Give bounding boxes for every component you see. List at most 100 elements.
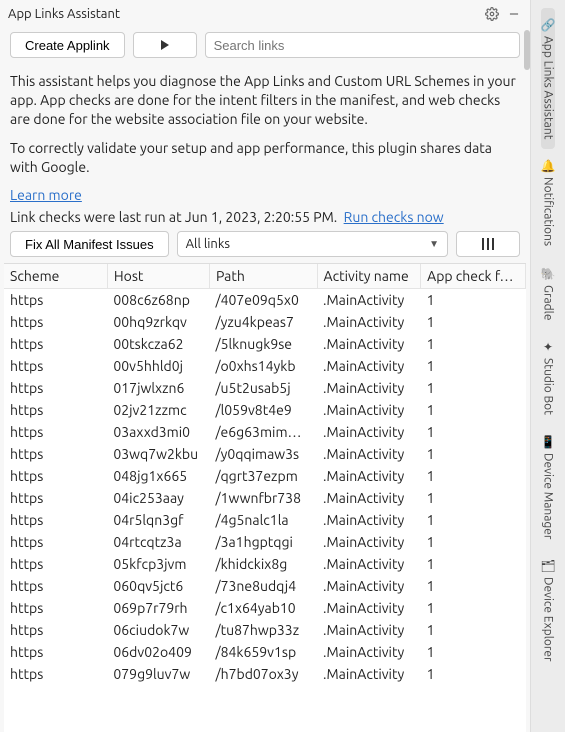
table-row[interactable]: https04r5lqn3gf/4g5nalc1la.MainActivity1 (4, 509, 526, 531)
cell-path: /84k659v1sp (209, 641, 317, 663)
rail-item-device-explorer[interactable]: 🗂Device Explorer (540, 549, 555, 672)
search-input[interactable] (205, 32, 520, 58)
cell-scheme: https (4, 487, 107, 509)
cell-activity: .MainActivity (317, 333, 421, 355)
table-row[interactable]: https00v5hhld0j/o0xhs14ykb.MainActivity1 (4, 355, 526, 377)
run-button[interactable] (133, 32, 197, 58)
cell-appcheck: 1 (421, 289, 526, 312)
rail-item-notifications[interactable]: 🔔Notifications (541, 149, 556, 256)
cell-appcheck: 1 (421, 465, 526, 487)
cell-activity: .MainActivity (317, 597, 421, 619)
columns-button[interactable] (456, 231, 520, 257)
cell-path: /tu87hwp33z (209, 619, 317, 641)
col-path[interactable]: Path (209, 264, 317, 289)
minimize-icon[interactable] (504, 4, 524, 24)
cell-appcheck: 1 (421, 377, 526, 399)
table-row[interactable]: https048jg1x665/qgrt37ezpm.MainActivity1 (4, 465, 526, 487)
cell-activity: .MainActivity (317, 421, 421, 443)
cell-path: /407e09q5x0 (209, 289, 317, 312)
cell-host: 00tskcza62 (107, 333, 209, 355)
links-table: Scheme Host Path Activity name App check… (4, 264, 526, 685)
col-host[interactable]: Host (107, 264, 209, 289)
learn-more-link[interactable]: Learn more (10, 187, 82, 203)
cell-host: 04r5lqn3gf (107, 509, 209, 531)
cell-host: 02jv21zzmc (107, 399, 209, 421)
cell-path: /h7bd07ox3y (209, 663, 317, 685)
cell-path: /qgrt37ezpm (209, 465, 317, 487)
cell-activity: .MainActivity (317, 531, 421, 553)
table-row[interactable]: https05kfcp3jvm/khidckix8g.MainActivity1 (4, 553, 526, 575)
cell-path: /e6g63mim… (209, 421, 317, 443)
table-row[interactable]: https04rtcqtz3a/3a1hgptqgi.MainActivity1 (4, 531, 526, 553)
fix-manifest-button[interactable]: Fix All Manifest Issues (10, 231, 169, 257)
table-row[interactable]: https04ic253aay/1wwnfbr738.MainActivity1 (4, 487, 526, 509)
cell-path: /u5t2usab5j (209, 377, 317, 399)
cell-scheme: https (4, 531, 107, 553)
cell-host: 017jwlxzn6 (107, 377, 209, 399)
table-row[interactable]: https008c6z68np/407e09q5x0.MainActivity1 (4, 289, 526, 312)
table-row[interactable]: https00tskcza62/5lknugk9se.MainActivity1 (4, 333, 526, 355)
cell-scheme: https (4, 465, 107, 487)
cell-host: 069p7r79rh (107, 597, 209, 619)
cell-appcheck: 1 (421, 399, 526, 421)
cell-host: 00v5hhld0j (107, 355, 209, 377)
cell-activity: .MainActivity (317, 509, 421, 531)
run-checks-link[interactable]: Run checks now (344, 209, 444, 225)
cell-path: /l059v8t4e9 (209, 399, 317, 421)
gradle-icon: 🐘 (541, 267, 556, 281)
cell-scheme: https (4, 619, 107, 641)
description-block: This assistant helps you diagnose the Ap… (0, 64, 530, 205)
col-scheme[interactable]: Scheme (4, 264, 107, 289)
cell-host: 04ic253aay (107, 487, 209, 509)
table-row[interactable]: https069p7r79rh/c1x64yab10.MainActivity1 (4, 597, 526, 619)
rail-label: Notifications (542, 177, 555, 246)
table-row[interactable]: https03wq7w2kbu/y0qqimaw3s.MainActivity1 (4, 443, 526, 465)
links-table-wrap[interactable]: Scheme Host Path Activity name App check… (4, 263, 526, 732)
cell-scheme: https (4, 311, 107, 333)
rail-item-app-links-assistant[interactable]: 🔗App Links Assistant (541, 8, 556, 149)
cell-activity: .MainActivity (317, 553, 421, 575)
cell-activity: .MainActivity (317, 487, 421, 509)
tool-rail: 🔗App Links Assistant🔔Notifications🐘Gradl… (530, 0, 565, 732)
table-row[interactable]: https06dv02o409/84k659v1sp.MainActivity1 (4, 641, 526, 663)
table-row[interactable]: https079g9luv7w/h7bd07ox3y.MainActivity1 (4, 663, 526, 685)
cell-scheme: https (4, 443, 107, 465)
status-time: Jun 1, 2023, 2:20:55 PM. (185, 209, 337, 225)
studio-bot-icon: ✦ (543, 340, 553, 354)
cell-activity: .MainActivity (317, 355, 421, 377)
rail-item-studio-bot[interactable]: ✦ Studio Bot (542, 330, 555, 425)
cell-path: /3a1hgptqgi (209, 531, 317, 553)
cell-appcheck: 1 (421, 443, 526, 465)
cell-activity: .MainActivity (317, 641, 421, 663)
cell-appcheck: 1 (421, 311, 526, 333)
col-appcheck[interactable]: App check f… (421, 264, 526, 289)
create-applink-button[interactable]: Create Applink (10, 32, 125, 58)
table-row[interactable]: https00hq9zrkqv/yzu4kpeas7.MainActivity1 (4, 311, 526, 333)
cell-host: 060qv5jct6 (107, 575, 209, 597)
cell-activity: .MainActivity (317, 575, 421, 597)
cell-scheme: https (4, 421, 107, 443)
cell-appcheck: 1 (421, 641, 526, 663)
cell-scheme: https (4, 597, 107, 619)
cell-activity: .MainActivity (317, 619, 421, 641)
table-row[interactable]: https017jwlxzn6/u5t2usab5j.MainActivity1 (4, 377, 526, 399)
cell-path: /khidckix8g (209, 553, 317, 575)
table-row[interactable]: https02jv21zzmc/l059v8t4e9.MainActivity1 (4, 399, 526, 421)
cell-scheme: https (4, 377, 107, 399)
rail-label: Studio Bot (542, 358, 555, 415)
rail-item-device-manager[interactable]: 📱Device Manager (541, 425, 556, 549)
cell-host: 00hq9zrkqv (107, 311, 209, 333)
cell-scheme: https (4, 289, 107, 312)
titlebar: App Links Assistant (0, 0, 530, 26)
rail-item-gradle[interactable]: 🐘Gradle (541, 257, 556, 330)
table-header-row: Scheme Host Path Activity name App check… (4, 264, 526, 289)
filter-select[interactable]: All links ▼ (177, 231, 448, 257)
gear-icon[interactable] (482, 4, 502, 24)
cell-appcheck: 1 (421, 333, 526, 355)
table-row[interactable]: https03axxd3mi0/e6g63mim….MainActivity1 (4, 421, 526, 443)
table-row[interactable]: https060qv5jct6/73ne8udqj4.MainActivity1 (4, 575, 526, 597)
cell-appcheck: 1 (421, 487, 526, 509)
col-activity[interactable]: Activity name (317, 264, 421, 289)
table-row[interactable]: https06ciudok7w/tu87hwp33z.MainActivity1 (4, 619, 526, 641)
cell-path: /73ne8udqj4 (209, 575, 317, 597)
